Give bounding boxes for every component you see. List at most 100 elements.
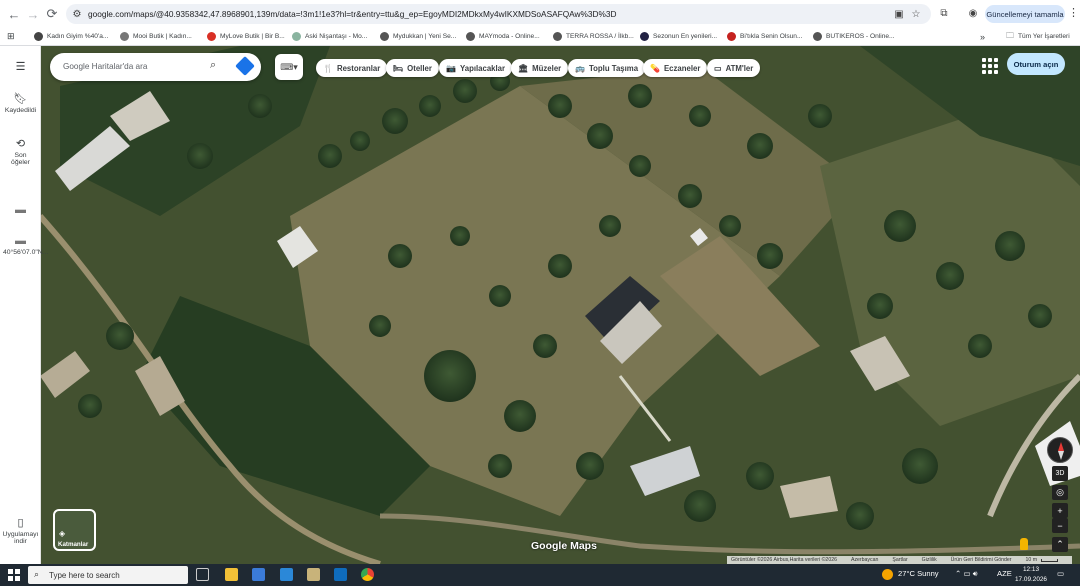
compass-icon[interactable] [1047,437,1073,463]
plus-icon: + [1057,505,1063,516]
weather-label[interactable]: 27°C Sunny [898,569,939,578]
notifications-icon[interactable]: ▭ [1057,569,1064,578]
keyboard-icon: ⌨▾ [280,61,298,72]
bookmark-item[interactable]: Bi'tıkla Senin Olsun... [727,30,802,43]
recent-place-2[interactable]: ▬ 40°56'07.0"N... [0,235,48,256]
layers-button[interactable]: ◈ Katmanlar [53,509,96,551]
app-icon[interactable] [307,568,320,581]
keyboard-input-button[interactable]: ⌨▾ [275,54,303,80]
terms-link[interactable]: Şartlar [892,557,907,563]
bookmark-item[interactable]: Mydukkan | Yeni Se... [380,30,456,43]
search-box[interactable]: Google Haritalar'da ara ⌕ [50,53,261,81]
recent-button[interactable]: ⟲ Son öğeler [0,137,41,166]
bookmark-item[interactable]: BUTIKEROS - Online... [813,30,895,43]
hotel-icon: 🛏 [393,63,404,73]
chip-atm[interactable]: ▭ ATM'ler [707,59,761,77]
extensions-icon[interactable]: ⧉ [937,6,951,20]
google-apps-icon[interactable] [981,57,998,74]
bookmark-item[interactable]: MyLove Butik | Bir B... [207,30,285,43]
chip-pharmacy[interactable]: 💊 Eczaneler [643,59,708,77]
bookmarks-overflow-icon[interactable]: » [980,30,985,43]
reload-button[interactable]: ⟳ [41,3,63,25]
recent-coords-label: 40°56'07.0"N... [3,249,49,256]
bookmark-label: Sezonun En yenileri... [653,33,718,40]
bookmark-item[interactable]: MAYmoda - Online... [466,30,540,43]
bookmark-item[interactable]: Mooi Butik | Kadın... [120,30,192,43]
outlook-icon[interactable] [334,568,347,581]
apps-grid-icon[interactable]: ⊞ [7,30,15,43]
download-app-button[interactable]: ▯ Uygulamayı indir [0,516,41,545]
chip-hotel[interactable]: 🛏 Oteller [386,59,439,77]
search-icon[interactable]: ⌕ [210,59,216,72]
tilt-3d-button[interactable]: 3D [1052,466,1068,481]
expand-controls-button[interactable]: ⌃ [1052,537,1068,552]
bookmark-item[interactable]: Sezonun En yenileri... [640,30,717,43]
hamburger-icon: ☰ [15,61,26,73]
chip-museum[interactable]: 🏛 Müzeler [511,59,569,77]
address-bar[interactable]: ⚙ google.com/maps/@40.9358342,47.8968901… [66,4,931,24]
bookmark-icon: 🔖︎ [13,93,28,105]
zoom-in-button[interactable]: + [1052,503,1068,518]
place-thumbnail-icon: ▬ [15,235,26,247]
file-explorer-icon[interactable] [225,568,238,581]
scale-label[interactable]: 10 m [1026,557,1038,563]
task-view-icon[interactable] [196,568,209,581]
menu-button[interactable]: ☰ [0,60,41,75]
folder-icon: 🗀 [1006,30,1014,40]
bookmark-item[interactable]: Aski Nişantaşı - Mo... [292,30,367,43]
chip-label: Eczaneler [663,63,701,73]
place-thumbnail-icon: ▬ [15,204,26,216]
recent-place-1[interactable]: ▬ [0,204,41,218]
mail-icon[interactable] [280,568,293,581]
chrome-icon[interactable] [361,568,374,581]
pegman-icon[interactable] [1020,538,1028,550]
chip-label: Müzeler [532,63,562,73]
search-input[interactable]: Google Haritalar'da ara [63,62,147,71]
language-label[interactable]: AZE [997,569,1012,578]
bookmark-label: Mooi Butik | Kadın... [133,33,192,40]
tray-icons[interactable]: ⌃ ▭ 🔊︎ [955,569,978,579]
all-bookmarks-label: Tüm Yer İşaretleri [1018,33,1070,40]
favicon-icon [207,32,216,41]
saved-button[interactable]: 🔖︎ Kaydedildi [0,92,41,114]
favicon-icon [813,32,822,41]
left-rail: ☰ 🔖︎ Kaydedildi ⟲ Son öğeler ▬ ▬ 40°56'0… [0,46,48,564]
store-icon[interactable] [252,568,265,581]
profile-icon[interactable]: ◉ [966,6,980,20]
url-text: google.com/maps/@40.9358342,47.8968901,1… [88,9,617,19]
directions-icon[interactable] [235,56,255,76]
bookmark-star-icon[interactable]: ☆ [909,7,923,21]
phone-icon: ▯ [17,517,24,529]
install-app-icon[interactable]: ▣ [892,7,906,21]
bookmark-item[interactable]: TERRA ROSSA / İlkb... [553,30,634,43]
scale-bar [1041,558,1058,562]
bookmark-item[interactable]: Kadın Giyim %40'a... [34,30,108,43]
update-button[interactable]: Güncellemeyi tamamla [985,5,1065,23]
bookmarks-bar: ⊞ Kadın Giyim %40'a... Mooi Butik | Kadın… [0,27,1080,46]
favicon-icon [727,32,736,41]
taskbar-search[interactable]: ⌕ Type here to search [28,566,188,584]
clock[interactable]: 12:13 17.09.2026 [1014,565,1048,585]
browser-menu-icon[interactable]: ⋮ [1068,6,1079,19]
taskbar-search-input[interactable]: Type here to search [49,571,120,580]
weather-icon [882,569,893,580]
chip-restaurant[interactable]: 🍴 Restoranlar [316,59,388,77]
restaurant-icon: 🍴 [323,63,333,73]
site-info-icon[interactable]: ⚙ [66,9,88,20]
favicon-icon [466,32,475,41]
chip-camera[interactable]: 📷 Yapılacaklar [439,59,513,77]
start-button[interactable] [8,569,20,581]
zoom-out-button[interactable]: − [1052,518,1068,533]
privacy-link[interactable]: Gizlilik [922,557,937,563]
my-location-button[interactable]: ◎ [1052,485,1068,500]
signin-button[interactable]: Oturum açın [1007,53,1065,75]
chip-transit[interactable]: 🚌 Toplu Taşıma [568,59,646,77]
browser-toolbar: ← → ⟳ ⚙ google.com/maps/@40.9358342,47.8… [0,0,1080,27]
country-link[interactable]: Azerbaycan [851,557,878,563]
bookmark-label: BUTIKEROS - Online... [826,33,895,40]
favicon-icon [292,32,301,41]
satellite-map[interactable] [0,46,1080,564]
feedback-link[interactable]: Ürün Geri Bildirimi Gönder [951,557,1012,563]
all-bookmarks[interactable]: 🗀 Tüm Yer İşaretleri [1006,30,1070,43]
chip-label: Yapılacaklar [459,63,506,73]
